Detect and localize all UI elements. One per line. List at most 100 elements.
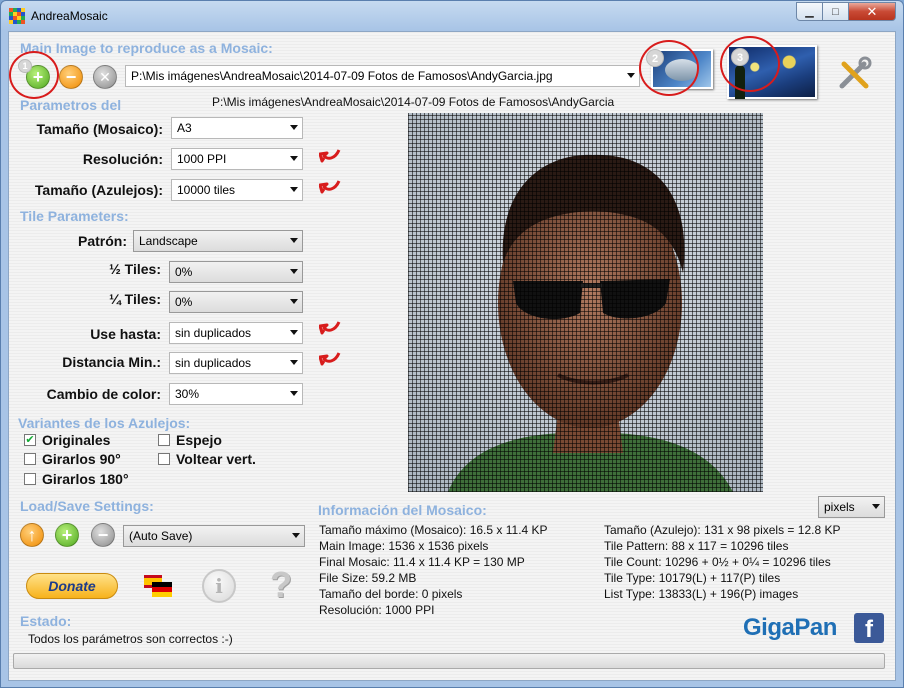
donate-button[interactable]: Donate [26,573,118,599]
tools-icon [839,56,872,89]
chevron-down-icon [290,156,298,161]
info-right-line: List Type: 13833(L) + 196(P) images [604,587,799,601]
main-image-section-title: Main Image to reproduce as a Mosaic: [20,40,273,56]
tile-grid-overlay [408,113,763,492]
maximize-icon: □ [832,5,839,18]
originals-checkbox[interactable]: ✔ Originales [24,432,110,448]
app-window: AndreaMosaic ▁ □ ✕ Main Image to reprodu… [0,0,904,688]
rotate-180-checkbox[interactable]: Girarlos 180° [24,471,129,487]
info-button[interactable]: i [202,569,236,603]
info-left-line: Tamaño del borde: 0 pixels [319,587,463,601]
language-flags-button[interactable] [142,573,174,599]
use-up-to-value: sin duplicados [175,326,252,340]
red-arrow-icon [319,180,341,194]
main-panel: Main Image to reproduce as a Mosaic: + 1… [8,31,896,681]
info-icon: i [215,574,223,598]
save-settings-button[interactable]: + [55,523,79,547]
mosaic-preview [408,113,763,492]
gigapan-logo-giga: Giga [743,614,795,641]
facebook-button[interactable]: f [854,613,884,643]
color-change-value: 30% [175,387,200,401]
minimize-button[interactable]: ▁ [796,2,823,21]
chevron-down-icon [872,504,880,509]
chevron-down-icon [290,187,298,192]
settings-preset-select[interactable]: (Auto Save) [123,525,305,547]
info-left-line: File Size: 59.2 MB [319,571,417,585]
half-tiles-label: ½ Tiles: [109,261,161,277]
half-tiles-select[interactable]: 0% [169,261,303,283]
info-left-line: Final Mosaic: 11.4 x 11.4 KP = 130 MP [319,555,525,569]
rotate-180-label: Girarlos 180° [42,471,129,487]
gigapan-logo[interactable]: GigaPan [743,614,837,642]
minus-icon: − [65,67,77,87]
highlight-circle-1 [9,51,59,99]
color-change-label: Cambio de color: [46,386,161,402]
mirror-label: Espejo [176,432,222,448]
tile-params-section-title: Tile Parameters: [20,208,129,224]
remove-main-image-button[interactable]: − [59,65,83,89]
pattern-select[interactable]: Landscape [133,230,303,252]
app-icon [9,8,25,24]
resolution-value: 1000 PPI [177,152,227,166]
originals-label: Originales [42,432,111,448]
check-icon: ✔ [24,434,36,446]
quarter-tiles-label: ¼ Tiles: [109,291,161,307]
min-distance-label: Distancia Min.: [62,354,161,370]
mosaic-params-section-title: Parametros del [20,97,122,113]
main-image-path-label: P:\Mis imágenes\AndreaMosaic\2014-07-09 … [212,95,615,109]
main-image-path-select[interactable]: P:\Mis imágenes\AndreaMosaic\2014-07-09 … [125,65,640,87]
pattern-label: Patrón: [78,233,127,249]
flip-vertical-label: Voltear vert. [176,451,256,467]
tiles-count-select[interactable]: 10000 tiles [171,179,303,201]
chevron-down-icon [290,299,298,304]
minus-icon: − [97,525,109,545]
title-bar[interactable]: AndreaMosaic ▁ □ ✕ [1,1,903,31]
settings-tools-button[interactable] [836,56,872,92]
load-save-section-title: Load/Save Settings: [20,498,154,514]
flip-vertical-checkbox[interactable]: Voltear vert. [158,451,256,467]
mosaic-size-value: A3 [177,121,192,135]
load-settings-button[interactable]: ↑ [20,523,44,547]
delete-settings-button[interactable]: − [91,523,115,547]
close-window-button[interactable]: ✕ [848,2,896,21]
highlight-circle-3 [720,36,780,92]
info-right-line: Tile Type: 10179(L) + 117(P) tiles [604,571,781,585]
min-distance-select[interactable]: sin duplicados [169,352,303,374]
rotate-90-checkbox[interactable]: Girarlos 90° [24,451,121,467]
use-up-to-select[interactable]: sin duplicados [169,322,303,344]
status-message: Todos los parámetros son correctos :-) [28,632,233,646]
quarter-tiles-value: 0% [175,295,193,309]
plus-icon: + [61,525,73,545]
unit-select[interactable]: pixels [818,496,885,518]
mosaic-size-select[interactable]: A3 [171,117,303,139]
info-right-line: Tamaño (Azulejo): 131 x 98 pixels = 12.8… [604,523,841,537]
status-section-title: Estado: [20,613,72,629]
chevron-down-icon [290,360,298,365]
quarter-tiles-select[interactable]: 0% [169,291,303,313]
tiles-count-label: Tamaño (Azulejos): [34,182,163,198]
x-icon: ✕ [99,69,111,85]
red-arrow-icon [319,149,341,163]
highlight-circle-2 [639,40,699,96]
maximize-button[interactable]: □ [822,2,849,21]
main-image-path-value: P:\Mis imágenes\AndreaMosaic\2014-07-09 … [131,69,553,83]
info-left-line: Main Image: 1536 x 1536 pixels [319,539,489,553]
half-tiles-value: 0% [175,265,193,279]
settings-preset-value: (Auto Save) [129,529,193,543]
chevron-down-icon [290,391,298,396]
tiles-count-value: 10000 tiles [177,183,236,197]
facebook-icon: f [865,616,873,643]
variants-section-title: Variantes de los Azulejos: [18,415,191,431]
help-button[interactable]: ? [266,566,296,604]
mirror-checkbox[interactable]: Espejo [158,432,222,448]
window-title: AndreaMosaic [31,9,108,23]
color-change-select[interactable]: 30% [169,383,303,405]
chevron-down-icon [290,238,298,243]
clear-main-image-button[interactable]: ✕ [93,65,117,89]
gigapan-logo-pan: Pan [794,614,837,641]
use-up-to-label: Use hasta: [90,326,161,342]
flags-icon [144,575,172,597]
resolution-select[interactable]: 1000 PPI [171,148,303,170]
info-right-line: Tile Count: 10296 + 0½ + 0¼ = 10296 tile… [604,555,831,569]
info-left-line: Resolución: 1000 PPI [319,603,435,617]
